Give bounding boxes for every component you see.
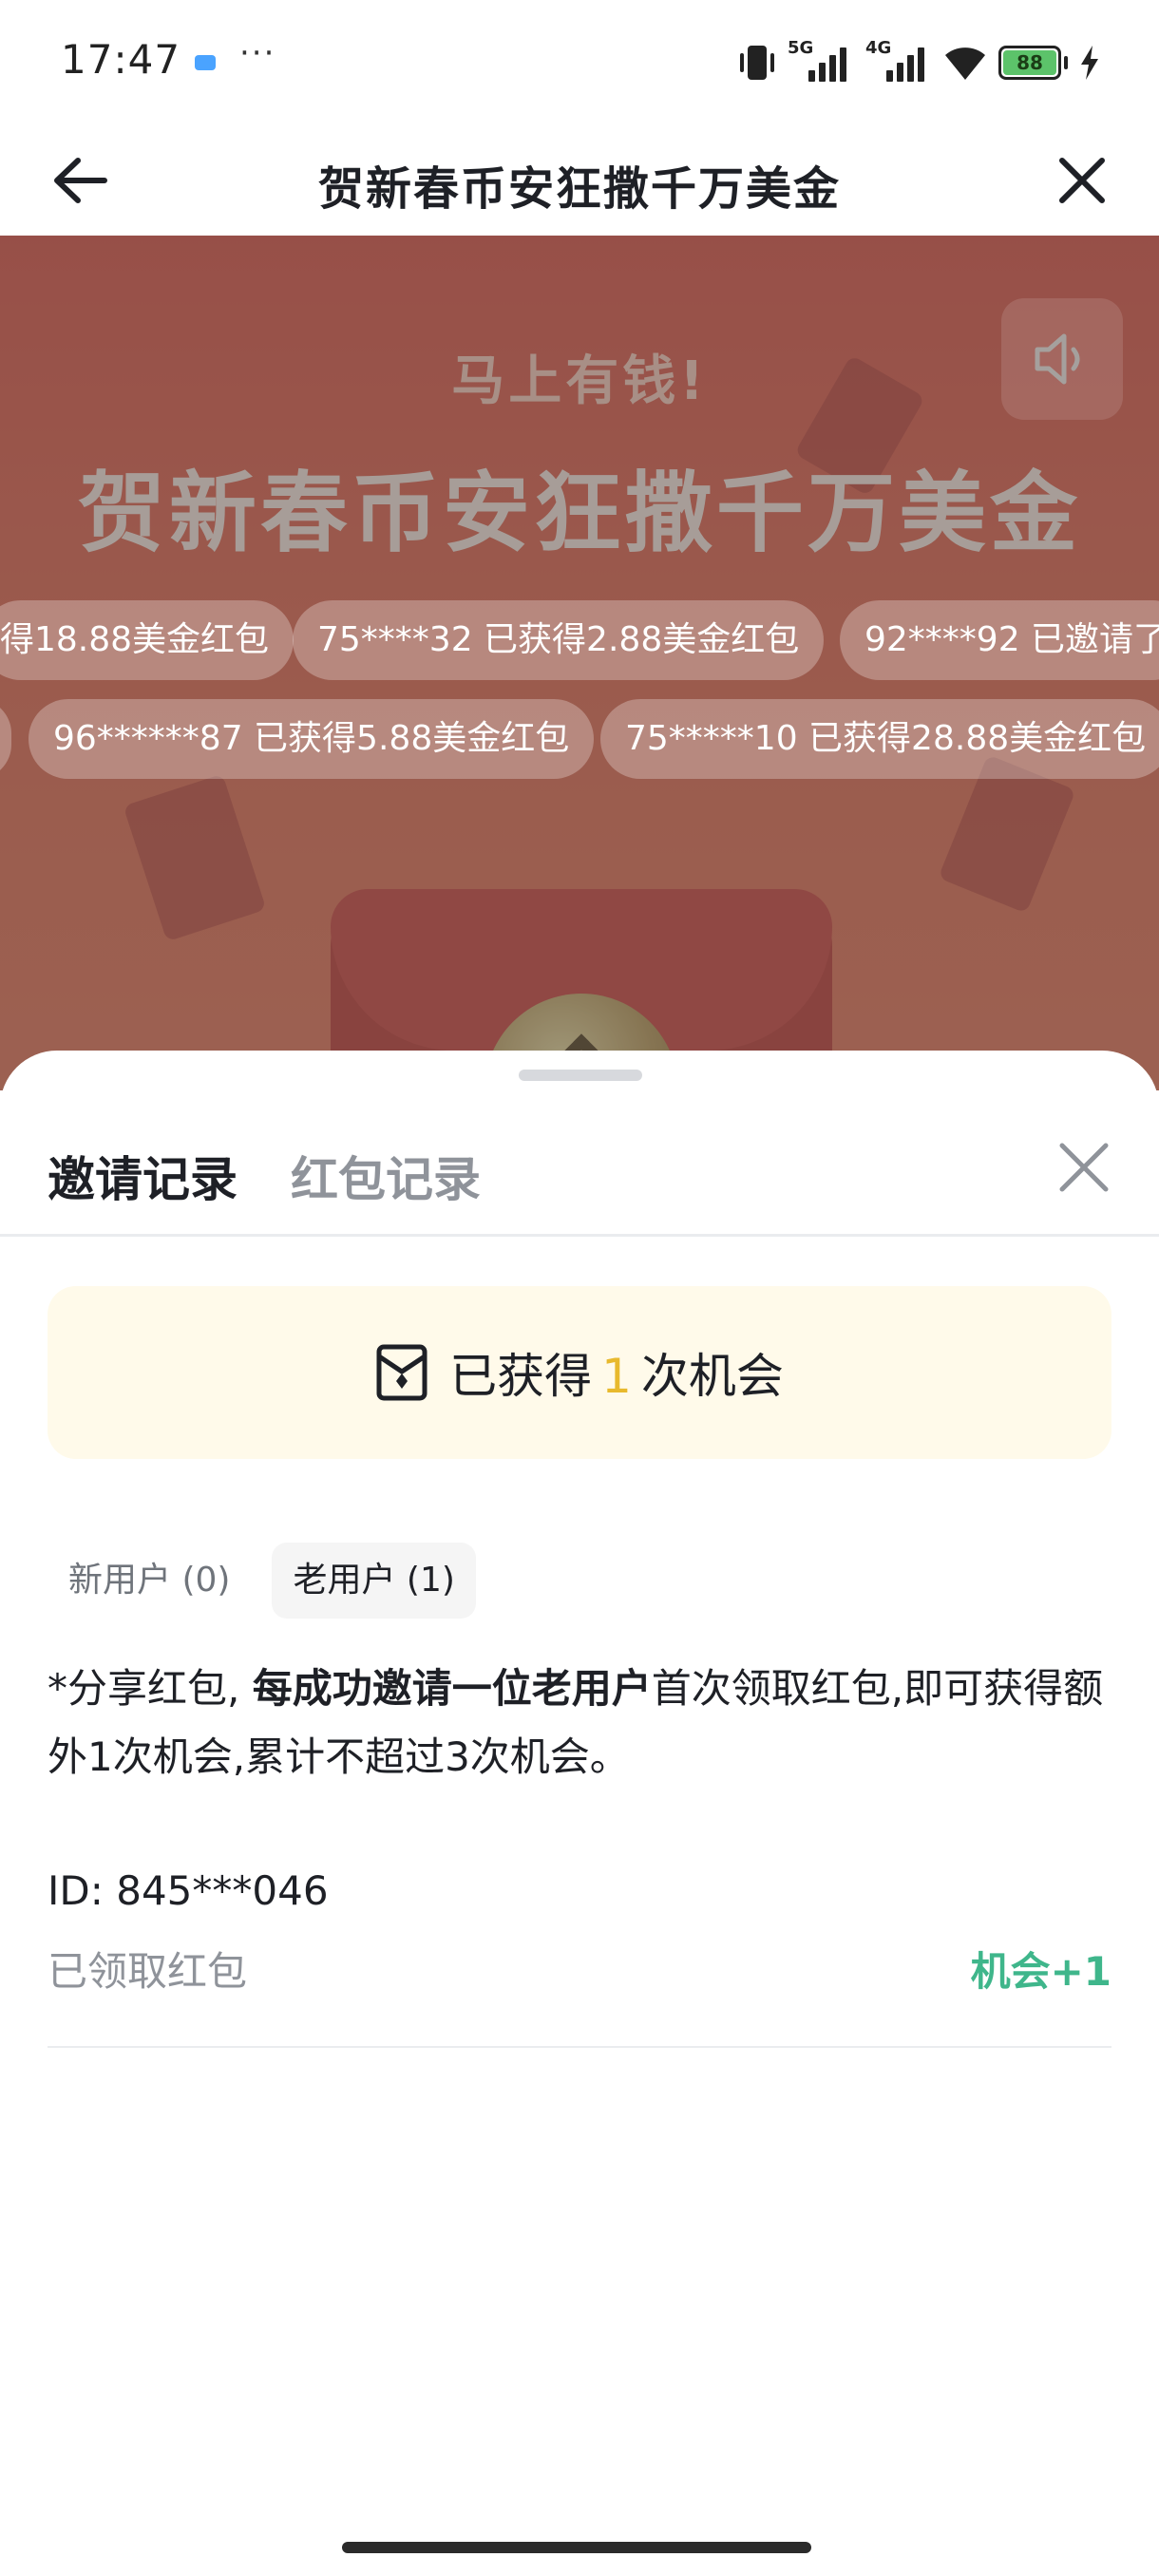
wifi-icon [945,47,985,80]
home-indicator[interactable] [342,2542,811,2553]
invite-rules-text: *分享红包, 每成功邀请一位老用户首次领取红包,即可获得额外1次机会,累计不超过… [48,1655,1112,1791]
page-title: 贺新春币安狂撒千万美金 [317,162,841,216]
chances-prefix: 已获得 [449,1349,593,1404]
user-type-filters: 新用户 (0) 老用户 (1) [48,1543,476,1619]
status-time: 17:47 [61,36,181,83]
winner-ticker-item: 96******87 已获得5.88美金红包 [28,699,595,779]
banner-subtitle: 马上有钱! [451,350,708,412]
promo-banner: 马上有钱! 贺新春币安狂撒千万美金 得18.88美金红包 75****32 已获… [0,236,1159,1090]
more-notifications-icon: ··· [239,34,276,72]
battery-icon: 88 [998,46,1068,80]
close-icon[interactable] [1049,147,1115,214]
invite-records-sheet: 邀请记录 红包记录 已获得 1 次机会 新用户 (0) 老用户 (1) *分享红包,… [0,1051,1159,2576]
record-tabs: 邀请记录 红包记录 [0,1117,1159,1237]
record-reward: 机会+1 [970,1948,1112,1995]
tab-red-packet-records[interactable]: 红包记录 [291,1142,481,1210]
signal-4g-icon: 4G [865,38,932,84]
signal-5g-icon: 5G [788,38,854,84]
battery-level: 88 [1003,50,1056,75]
status-bar: 17:47 ··· 5G 4G 88 [0,0,1159,128]
title-bar: 贺新春币安狂撒千万美金 [0,128,1159,236]
winner-ticker-item: 得18.88美金红包 [0,600,294,680]
winner-ticker-item: 92****92 已邀请了 [840,600,1159,680]
chances-summary-card: 已获得 1 次机会 [48,1286,1112,1459]
charging-icon [1081,46,1098,80]
filter-old-users[interactable]: 老用户 (1) [272,1543,476,1619]
tab-invite-records[interactable]: 邀请记录 [48,1142,238,1210]
red-packet-icon [376,1344,428,1401]
record-user-id: ID: 845***046 [48,1867,329,1914]
app-notification-icon [195,55,216,70]
drag-handle[interactable] [519,1070,642,1081]
rules-text-start: *分享红包, [48,1665,240,1712]
winner-ticker-item: 75****32 已获得2.88美金红包 [293,600,825,680]
winner-ticker-item: 75*****10 已获得28.88美金红包 [600,699,1159,779]
banner-title: 贺新春币安狂撒千万美金 [77,463,1081,564]
filter-new-users[interactable]: 新用户 (0) [48,1543,251,1619]
status-icons: 5G 4G 88 [738,38,1100,87]
invite-record-row: ID: 845***046 已领取红包 机会+1 [48,1867,1112,2048]
record-status: 已领取红包 [48,1948,248,1995]
close-sheet-icon[interactable] [1054,1138,1113,1197]
app-screen: 17:47 ··· 5G 4G 88 贺新春币安狂撒千万美金 马上有钱! 贺新春… [0,0,1159,2576]
chances-count: 1 [601,1349,632,1404]
vibrate-icon [738,44,776,82]
chances-suffix: 次机会 [640,1349,784,1404]
rules-text-highlight: 每成功邀请一位老用户 [252,1665,652,1712]
